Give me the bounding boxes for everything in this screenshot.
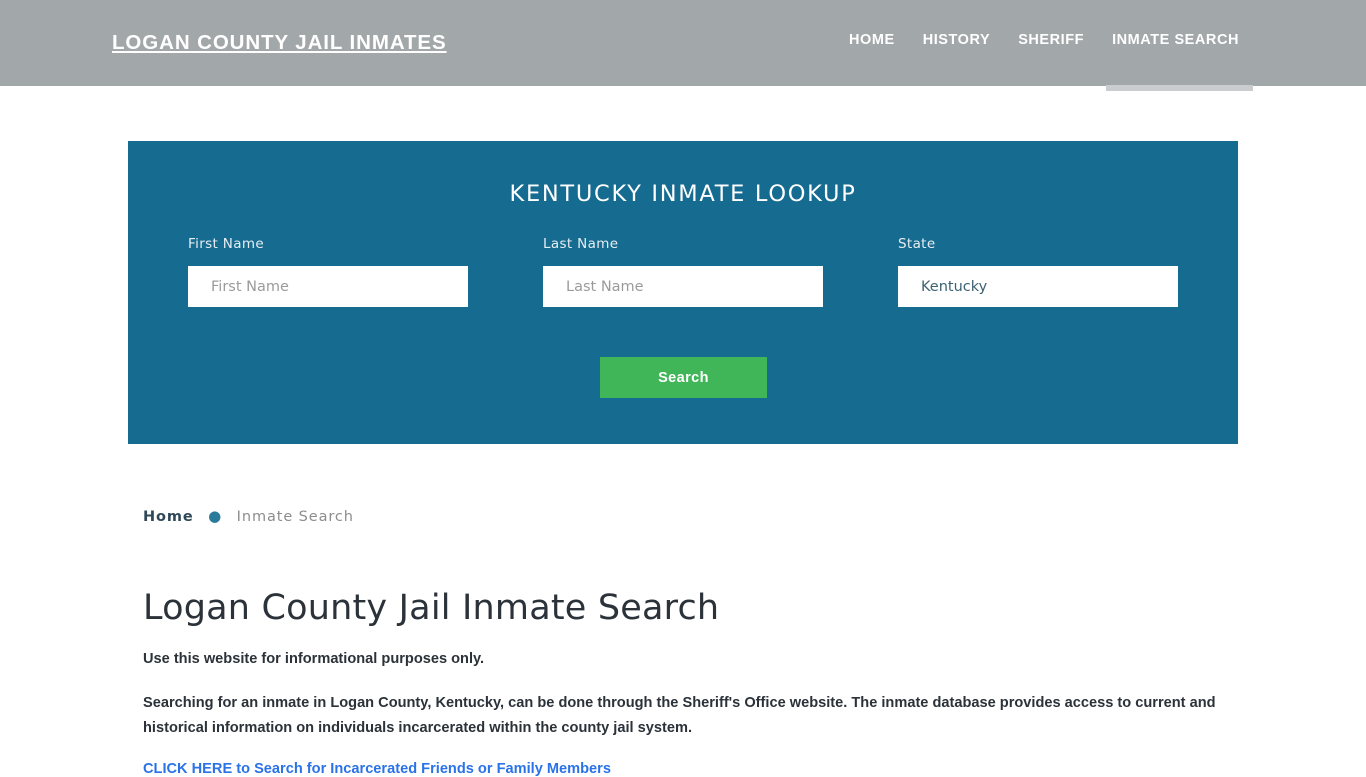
inmate-search-cta-link[interactable]: CLICK HERE to Search for Incarcerated Fr… [143, 761, 611, 777]
search-button[interactable]: Search [600, 357, 767, 398]
lookup-panel-title: KENTUCKY INMATE LOOKUP [509, 181, 857, 207]
site-brand-title[interactable]: LOGAN COUNTY JAIL INMATES [112, 31, 447, 55]
nav-item-inmate-search-label: INMATE SEARCH [1112, 32, 1239, 48]
main-navigation: HOME HISTORY SHERIFF INMATE SEARCH [835, 32, 1253, 91]
breadcrumb: Home ● Inmate Search [143, 500, 1223, 525]
state-select[interactable]: Kentucky [898, 266, 1178, 307]
state-label: State [898, 236, 936, 252]
nav-active-indicator [1106, 85, 1253, 91]
last-name-field-group: Last Name [543, 236, 823, 307]
nav-item-inmate-search[interactable]: INMATE SEARCH [1098, 32, 1253, 91]
breadcrumb-separator-icon: ● [208, 507, 223, 525]
nav-item-home-label: HOME [848, 32, 895, 48]
nav-item-sheriff-label: SHERIFF [1018, 32, 1085, 48]
first-name-field-group: First Name [188, 236, 468, 307]
inmate-lookup-panel: KENTUCKY INMATE LOOKUP First Name Last N… [128, 141, 1238, 444]
nav-item-history[interactable]: HISTORY [909, 32, 1005, 48]
last-name-input[interactable] [543, 266, 823, 307]
nav-item-home[interactable]: HOME [835, 32, 909, 48]
last-name-label: Last Name [543, 236, 619, 252]
nav-item-sheriff[interactable]: SHERIFF [1004, 32, 1098, 48]
main-content: Home ● Inmate Search Logan County Jail I… [143, 500, 1223, 777]
first-name-label: First Name [188, 236, 265, 252]
first-name-input[interactable] [188, 266, 468, 307]
page-title: Logan County Jail Inmate Search [143, 587, 720, 628]
state-select-value: Kentucky [921, 278, 988, 295]
breadcrumb-item-current: Inmate Search [236, 509, 354, 525]
nav-item-history-label: HISTORY [922, 32, 991, 48]
site-header: LOGAN COUNTY JAIL INMATES HOME HISTORY S… [0, 0, 1366, 91]
page-body-paragraph: Searching for an inmate in Logan County,… [143, 695, 1216, 736]
breadcrumb-item-home[interactable]: Home [143, 509, 194, 525]
page-lede-text: Use this website for informational purpo… [143, 651, 485, 667]
state-field-group: State Kentucky [898, 236, 1178, 307]
